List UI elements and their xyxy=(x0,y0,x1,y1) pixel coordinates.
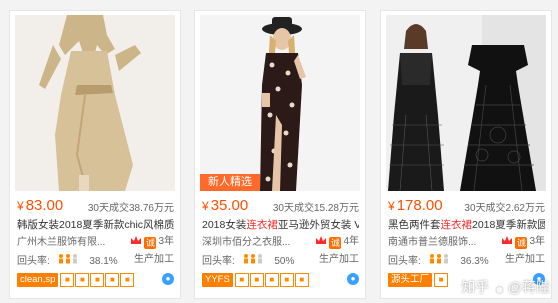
service-icon: ■ xyxy=(60,273,75,287)
member-years: 诚 3年 xyxy=(501,235,545,249)
member-years: 诚 4年 xyxy=(315,235,359,249)
business-mode: 生产加工 xyxy=(505,254,545,265)
people-icon xyxy=(58,254,77,264)
service-icon: ■ xyxy=(234,273,249,287)
shop-tag[interactable]: YYFS xyxy=(202,273,233,287)
product-image[interactable] xyxy=(15,15,175,191)
service-icon: ■ xyxy=(294,273,309,287)
service-tags: clean,sp ■ ■ ■ ■ ■ ● xyxy=(17,273,174,289)
product-title[interactable]: 2018女装连衣裙亚马逊外贸女装 V... xyxy=(202,218,359,232)
chat-icon[interactable]: ● xyxy=(347,273,359,285)
shop-name[interactable]: 深圳市佰分之衣服... xyxy=(202,236,298,249)
shop-tag[interactable]: clean,sp xyxy=(17,273,59,287)
sales-volume: 30天成交38.76万元 xyxy=(87,203,174,214)
people-icon xyxy=(243,254,262,264)
business-mode: 生产加工 xyxy=(319,254,359,265)
new-arrival-badge: 新人精选 xyxy=(200,174,260,191)
service-icon: ■ xyxy=(249,273,264,287)
product-price: ¥35.00 xyxy=(202,197,249,214)
service-icon: ■ xyxy=(90,273,105,287)
crown-icon xyxy=(502,236,513,244)
repurchase-rate: 回头率: 38.1% xyxy=(17,253,118,268)
product-price: ¥83.00 xyxy=(17,197,64,214)
product-image[interactable]: 新人精选 xyxy=(200,15,360,191)
crown-icon xyxy=(316,236,327,244)
service-icon: ■ xyxy=(264,273,279,287)
chat-icon[interactable]: ● xyxy=(162,273,174,285)
product-title[interactable]: 韩版女装2018夏季新款chic风棉质... xyxy=(17,218,174,232)
service-icon: ■ xyxy=(279,273,294,287)
business-mode: 生产加工 xyxy=(134,254,174,265)
shop-name[interactable]: 广州木兰服饰有限... xyxy=(17,236,113,249)
crown-icon xyxy=(131,236,142,244)
service-icon: ■ xyxy=(105,273,120,287)
service-icon: ■ xyxy=(434,273,449,287)
repurchase-rate: 回头率: 50% xyxy=(202,253,294,268)
shop-name[interactable]: 南通市普兰德服饰... xyxy=(388,236,484,249)
repurchase-rate: 回头率: 36.3% xyxy=(388,253,489,268)
zhihu-watermark: 知乎 ● @蒋陛 xyxy=(461,279,550,297)
product-image[interactable] xyxy=(386,15,546,191)
product-title[interactable]: 黑色两件套连衣裙2018夏季新款圆... xyxy=(388,218,545,232)
service-icon: ■ xyxy=(75,273,90,287)
cheng-icon: 诚 xyxy=(515,237,528,249)
sales-volume: 30天成交2.62万元 xyxy=(464,203,545,214)
product-price: ¥178.00 xyxy=(388,197,443,214)
service-icon: ■ xyxy=(120,273,135,287)
cheng-icon: 诚 xyxy=(144,237,157,249)
camera-icon: ● xyxy=(495,281,504,297)
product-card[interactable]: ¥83.00 30天成交38.76万元 韩版女装2018夏季新款chic风棉质.… xyxy=(9,10,181,299)
sales-volume: 30天成交15.28万元 xyxy=(272,203,359,214)
product-card[interactable]: 新人精选 ¥35.00 30天成交15.28万元 2018女装连衣裙亚马逊外贸女… xyxy=(194,10,366,299)
service-tags: YYFS ■ ■ ■ ■ ■ ● xyxy=(202,273,359,289)
shop-tag[interactable]: 源头工厂 xyxy=(388,273,433,287)
people-icon xyxy=(429,254,448,264)
product-card[interactable]: ¥178.00 30天成交2.62万元 黑色两件套连衣裙2018夏季新款圆...… xyxy=(380,10,552,299)
cheng-icon: 诚 xyxy=(329,237,342,249)
member-years: 诚 3年 xyxy=(130,235,174,249)
